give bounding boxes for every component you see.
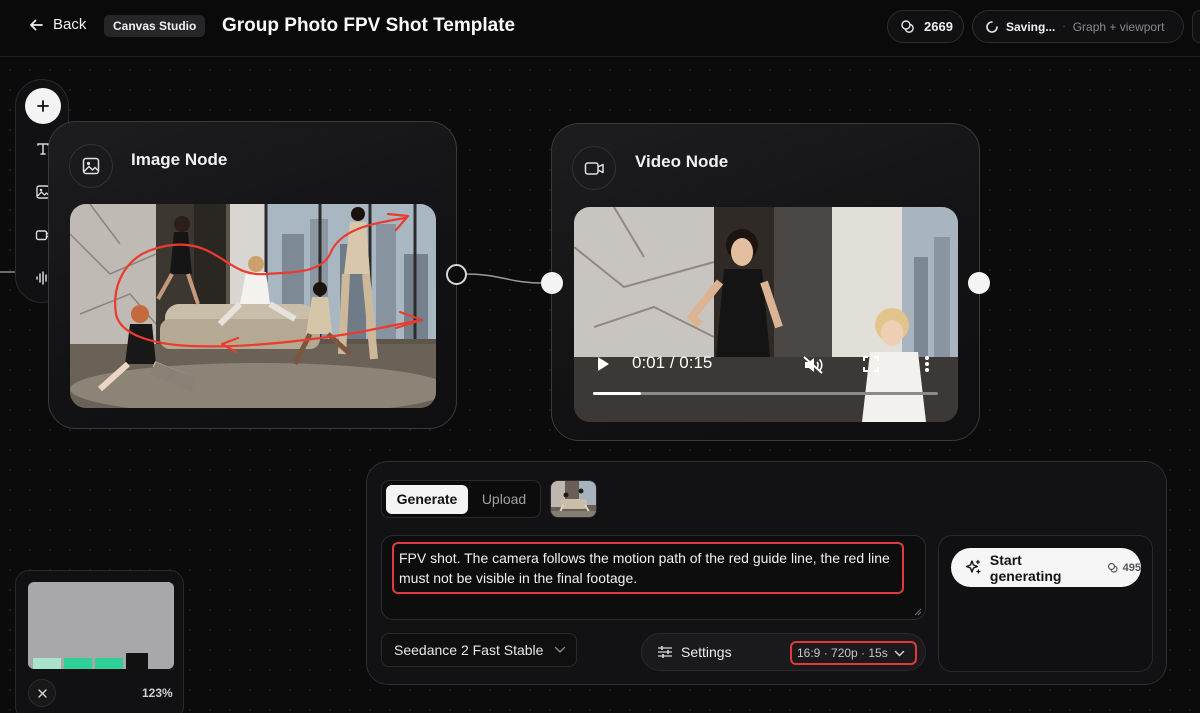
video-time: 0:01 / 0:15 bbox=[632, 353, 712, 373]
reference-image-thumbnail[interactable] bbox=[550, 480, 597, 518]
saving-meta: Graph + viewport bbox=[1072, 19, 1165, 34]
settings-summary: 16:9 · 720p · 15s bbox=[797, 646, 888, 660]
video-time-separator: / bbox=[669, 353, 675, 372]
generate-panel: Generate Upload FPV shot. The camera fol… bbox=[366, 461, 1167, 685]
generate-action-area: Start generating 495 bbox=[938, 535, 1153, 672]
start-generating-button[interactable]: Start generating 495 bbox=[951, 548, 1141, 587]
saving-label: Saving... bbox=[1006, 19, 1056, 34]
video-progress-fill bbox=[593, 392, 642, 395]
minimap-node bbox=[64, 658, 92, 669]
coins-icon bbox=[901, 19, 914, 33]
play-icon[interactable] bbox=[596, 356, 610, 372]
generation-cost: 495 bbox=[1107, 562, 1141, 574]
image-node-title: Image Node bbox=[131, 150, 228, 169]
more-options-icon[interactable] bbox=[924, 355, 930, 373]
video-node-title: Video Node bbox=[635, 152, 729, 171]
chevron-down-icon bbox=[894, 650, 904, 657]
settings-label: Settings bbox=[681, 644, 732, 660]
model-select-value: Seedance 2 Fast Stable bbox=[394, 642, 544, 658]
prompt-input[interactable]: FPV shot. The camera follows the motion … bbox=[381, 535, 926, 620]
minimap-close-button[interactable] bbox=[28, 679, 56, 707]
plus-icon bbox=[37, 100, 49, 112]
image-preview[interactable] bbox=[70, 204, 436, 408]
video-player[interactable]: 0:01 / 0:15 bbox=[574, 207, 958, 422]
video-node-output-port[interactable] bbox=[968, 272, 990, 294]
sliders-icon bbox=[658, 646, 672, 658]
close-icon bbox=[37, 688, 47, 698]
video-node-input-port[interactable] bbox=[541, 272, 563, 294]
video-node[interactable]: Video Node 0:01 / 0:15 bbox=[551, 123, 980, 441]
image-node[interactable]: Image Node bbox=[48, 121, 457, 429]
group-photo-illustration bbox=[70, 204, 436, 408]
spinner-icon bbox=[986, 20, 998, 33]
saving-separator: · bbox=[1062, 21, 1066, 32]
coins-icon bbox=[1107, 562, 1118, 573]
page-title: Group Photo FPV Shot Template bbox=[222, 15, 516, 36]
minimap-viewport[interactable] bbox=[28, 582, 174, 669]
video-icon bbox=[584, 161, 604, 175]
fullscreen-icon[interactable] bbox=[863, 356, 879, 372]
minimap-node bbox=[33, 658, 61, 669]
arrow-left-icon bbox=[30, 19, 43, 30]
sparkles-icon bbox=[965, 559, 981, 574]
credits-badge[interactable]: 2669 bbox=[887, 10, 964, 43]
top-bar: Back Canvas Studio Group Photo FPV Shot … bbox=[0, 0, 1200, 57]
prompt-text[interactable]: FPV shot. The camera follows the motion … bbox=[392, 542, 904, 594]
overflow-button[interactable] bbox=[1192, 10, 1200, 43]
save-status: Saving... · Graph + viewport bbox=[972, 10, 1184, 43]
video-time-total: 0:15 bbox=[679, 353, 713, 372]
mute-icon[interactable] bbox=[802, 355, 824, 375]
add-node-button[interactable] bbox=[25, 88, 61, 124]
video-progress-track[interactable] bbox=[593, 392, 938, 395]
settings-bar[interactable]: Settings 16:9 · 720p · 15s bbox=[641, 633, 926, 671]
image-icon bbox=[82, 157, 100, 175]
mode-tabs: Generate Upload bbox=[381, 480, 541, 518]
credits-count: 2669 bbox=[924, 19, 953, 34]
reference-thumbnail-illustration bbox=[551, 481, 596, 517]
chevron-down-icon bbox=[555, 646, 566, 653]
start-generating-label: Start generating bbox=[989, 551, 1062, 584]
tab-generate[interactable]: Generate bbox=[386, 485, 468, 514]
back-label: Back bbox=[53, 16, 87, 33]
resize-handle-icon[interactable] bbox=[914, 608, 922, 616]
generation-cost-value: 495 bbox=[1122, 561, 1141, 574]
zoom-level: 123% bbox=[142, 686, 173, 700]
tab-upload[interactable]: Upload bbox=[470, 485, 538, 514]
minimap-node bbox=[126, 653, 148, 669]
minimap[interactable]: 123% bbox=[15, 570, 184, 713]
video-controls: 0:01 / 0:15 bbox=[574, 347, 956, 422]
video-time-current: 0:01 bbox=[632, 353, 666, 372]
minimap-node bbox=[95, 658, 123, 669]
back-button[interactable]: Back bbox=[28, 16, 86, 33]
image-node-icon-badge bbox=[69, 144, 113, 188]
model-select[interactable]: Seedance 2 Fast Stable bbox=[381, 633, 577, 667]
studio-chip: Canvas Studio bbox=[104, 15, 206, 37]
settings-summary-dropdown[interactable]: 16:9 · 720p · 15s bbox=[790, 641, 917, 665]
image-node-output-port[interactable] bbox=[446, 264, 467, 285]
video-node-icon-badge bbox=[572, 146, 616, 190]
